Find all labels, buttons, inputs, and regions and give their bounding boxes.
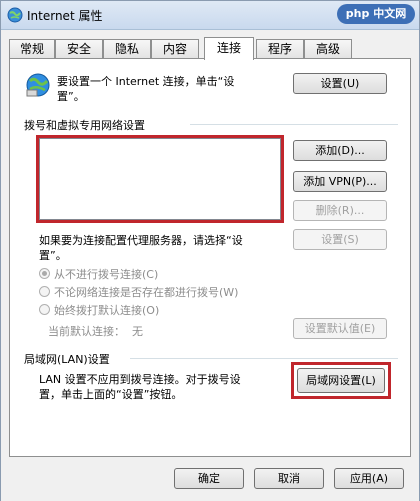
cancel-button[interactable]: 取消 (254, 468, 324, 489)
add-vpn-button[interactable]: 添加 VPN(P)... (293, 171, 387, 192)
internet-properties-window: Internet 属性 php 中文网 常规 安全 隐私 内容 连接 程序 高级… (0, 0, 420, 501)
internet-options-icon (7, 7, 23, 23)
current-default-label: 当前默认连接： (48, 325, 125, 338)
dialup-heading: 拨号和虚拟专用网络设置 (24, 119, 145, 132)
window-title: Internet 属性 (27, 9, 103, 23)
proxy-text-line2: 置”。 (39, 249, 67, 262)
lan-text-line1: LAN 设置不应用到拨号连接。对于拨号设 (39, 373, 241, 386)
set-default-button[interactable]: 设置默认值(E) (293, 318, 387, 339)
proxy-text-line1: 如果要为连接配置代理服务器，请选择“设 (39, 234, 243, 247)
radio-always-dial-default[interactable] (39, 304, 50, 315)
radio-dial-whenever[interactable] (39, 286, 50, 297)
add-button[interactable]: 添加(D)... (293, 140, 387, 161)
tab-connections[interactable]: 连接 (204, 37, 254, 60)
dialog-footer: 确定 取消 应用(A) (1, 457, 419, 501)
option-dial-whenever: 不论网络连接是否存在都进行拨号(W) (54, 286, 239, 299)
lan-settings-highlight (291, 362, 391, 399)
option-never-dial: 从不进行拨号连接(C) (54, 268, 159, 281)
setup-button[interactable]: 设置(U) (293, 73, 387, 94)
current-default-value: 无 (132, 325, 143, 338)
tab-privacy[interactable]: 隐私 (103, 39, 151, 58)
setup-text-line1: 要设置一个 Internet 连接，单击“设 (57, 75, 235, 88)
tab-content[interactable]: 内容 (151, 39, 199, 58)
watermark-logo: php 中文网 (337, 4, 415, 24)
globe-icon (26, 73, 50, 97)
lan-heading: 局域网(LAN)设置 (24, 353, 110, 366)
tab-advanced[interactable]: 高级 (304, 39, 352, 58)
lan-group-line (130, 358, 398, 359)
tab-general[interactable]: 常规 (9, 39, 55, 58)
option-always-dial-default: 始终拨打默认连接(O) (54, 304, 160, 317)
apply-button[interactable]: 应用(A) (334, 468, 404, 489)
setup-text-line2: 置”。 (57, 90, 85, 103)
connections-panel: 要设置一个 Internet 连接，单击“设 置”。 设置(U) 拨号和虚拟专用… (9, 58, 411, 457)
dialup-settings-button[interactable]: 设置(S) (293, 229, 387, 250)
tab-security[interactable]: 安全 (55, 39, 103, 58)
connection-list-highlight (36, 135, 284, 223)
dialup-group-line (190, 124, 398, 125)
delete-button[interactable]: 删除(R)... (293, 200, 387, 221)
radio-never-dial[interactable] (39, 268, 50, 279)
tab-programs[interactable]: 程序 (256, 39, 304, 58)
ok-button[interactable]: 确定 (174, 468, 244, 489)
title-bar[interactable]: Internet 属性 php 中文网 (1, 1, 419, 30)
lan-text-line2: 置，单击上面的“设置”按钮。 (39, 388, 183, 401)
